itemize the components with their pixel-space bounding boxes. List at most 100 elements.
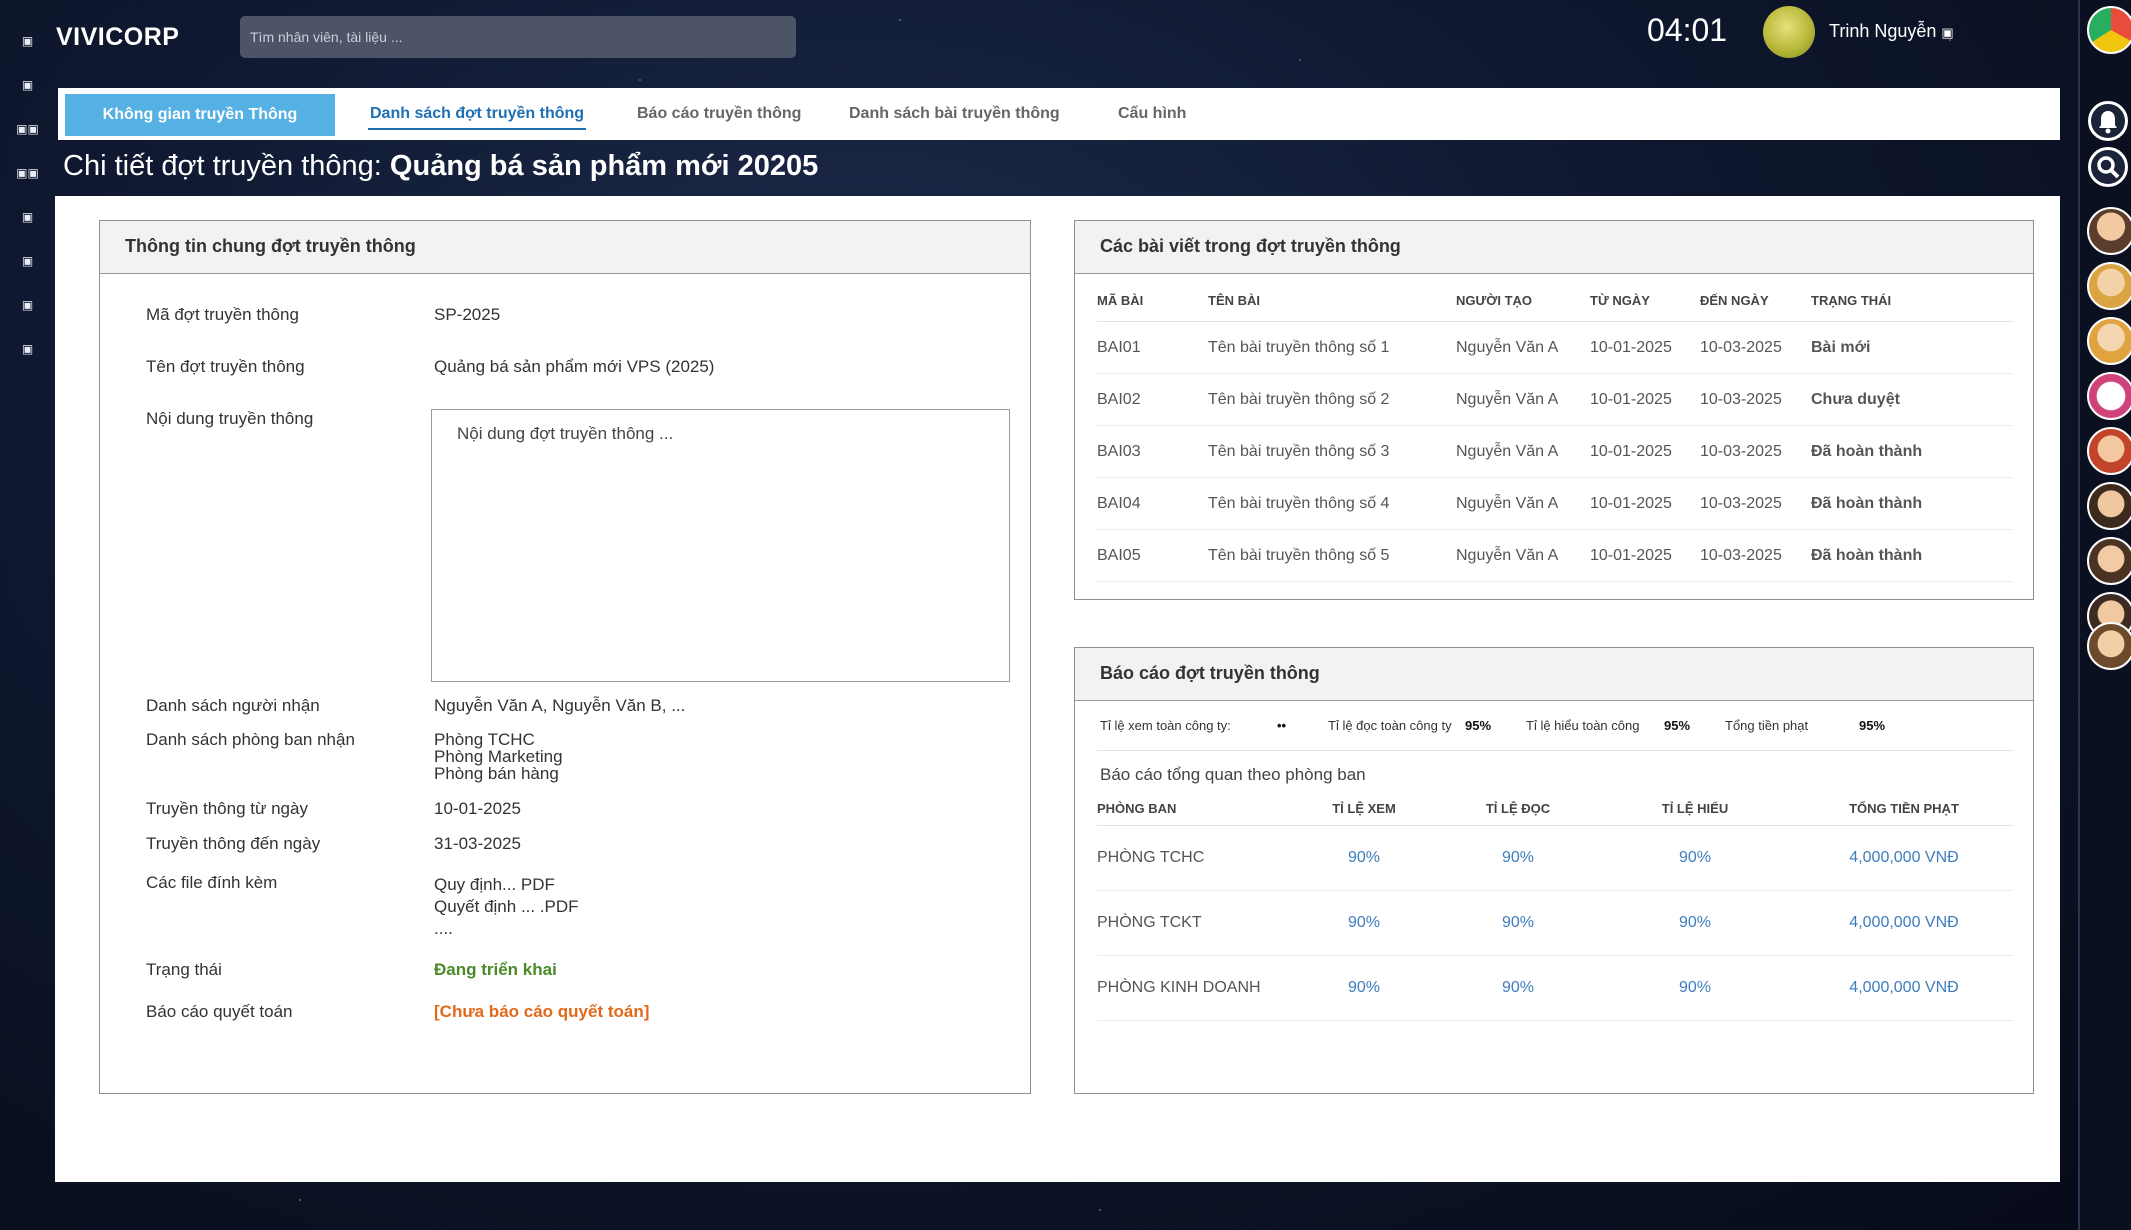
post-creator-link[interactable]: Nguyễn Văn A bbox=[1456, 477, 1590, 530]
user-name[interactable]: Trinh Nguyễn ▣ bbox=[1829, 21, 1954, 42]
file-link[interactable]: Quy định... PDF bbox=[434, 874, 579, 896]
post-name-link[interactable]: Tên bài truyền thông số 2 bbox=[1208, 373, 1456, 426]
kpi-fine-value: 95% bbox=[1859, 718, 1886, 733]
post-name-link[interactable]: Tên bài truyền thông số 3 bbox=[1208, 425, 1456, 478]
dept-name: PHÒNG TCKT bbox=[1097, 890, 1287, 956]
avatar[interactable] bbox=[2087, 622, 2131, 670]
posts-panel: Các bài viết trong đợt truyền thông MÃ B… bbox=[1074, 220, 2034, 600]
post-code: BAI02 bbox=[1097, 373, 1208, 426]
post-status: Đã hoàn thành bbox=[1811, 529, 2013, 582]
read-rate: 90% bbox=[1441, 890, 1595, 956]
menu-icon[interactable]: ▣ bbox=[0, 34, 55, 48]
avatar[interactable] bbox=[1763, 6, 1815, 58]
tab-post-list[interactable]: Danh sách bài truyền thông bbox=[849, 88, 1060, 140]
col-header: TRẠNG THÁI bbox=[1811, 279, 2013, 322]
post-creator-link[interactable]: Nguyễn Văn A bbox=[1456, 425, 1590, 478]
grid-icon[interactable]: ▣▣ bbox=[0, 122, 55, 136]
search-icon[interactable] bbox=[2088, 147, 2128, 187]
table-row[interactable]: BAI01 Tên bài truyền thông số 1 Nguyễn V… bbox=[1097, 321, 2013, 374]
right-rail bbox=[2078, 0, 2131, 1230]
to-date-label: Truyền thông đến ngày bbox=[146, 834, 321, 853]
post-status: Đã hoàn thành bbox=[1811, 425, 2013, 478]
search-input[interactable] bbox=[240, 16, 796, 58]
avatar[interactable] bbox=[2087, 427, 2131, 475]
posts-table: MÃ BÀI TÊN BÀI NGƯỜI TẠO TỪ NGÀY ĐẾN NGÀ… bbox=[1097, 279, 2013, 582]
avatar[interactable] bbox=[2087, 372, 2131, 420]
from-date-label: Truyền thông từ ngày bbox=[146, 799, 308, 818]
post-creator-link[interactable]: Nguyễn Văn A bbox=[1456, 373, 1590, 426]
tab-bar: Không gian truyền Thông Danh sách đợt tr… bbox=[58, 88, 2060, 140]
tab-campaign-list[interactable]: Danh sách đợt truyền thông bbox=[367, 88, 587, 140]
avatar[interactable] bbox=[2087, 482, 2131, 530]
chevron-down-icon[interactable]: ▣ bbox=[1941, 25, 1953, 40]
panel-header: Thông tin chung đợt truyền thông bbox=[100, 221, 1030, 274]
view-rate: 90% bbox=[1287, 890, 1441, 956]
settlement-label: Báo cáo quyết toán bbox=[146, 1002, 293, 1021]
panel-header: Các bài viết trong đợt truyền thông bbox=[1075, 221, 2033, 274]
avatar[interactable] bbox=[2087, 317, 2131, 365]
avatar[interactable] bbox=[2087, 262, 2131, 310]
doc-icon[interactable]: ▣ bbox=[0, 78, 55, 92]
doc-icon[interactable]: ▣ bbox=[0, 342, 55, 356]
status-value: Đang triển khai bbox=[434, 960, 557, 979]
to-date-value: 31-03-2025 bbox=[434, 834, 521, 853]
table-row[interactable]: PHÒNG TCHC 90% 90% 90% 4,000,000 VNĐ bbox=[1097, 825, 2013, 891]
view-rate: 90% bbox=[1287, 825, 1441, 891]
file-link[interactable]: Quyết định ... .PDF bbox=[434, 896, 579, 918]
recipients-label: Danh sách người nhận bbox=[146, 696, 320, 715]
doc-icon[interactable]: ▣ bbox=[0, 254, 55, 268]
chrome-icon[interactable] bbox=[2087, 6, 2131, 54]
col-header: MÃ BÀI bbox=[1097, 279, 1208, 322]
settlement-link[interactable]: [Chưa báo cáo quyết toán] bbox=[434, 1002, 649, 1022]
kpi-understand: Tỉ lệ hiểu toàn công bbox=[1526, 718, 1640, 733]
table-row[interactable]: BAI03 Tên bài truyền thông số 3 Nguyễn V… bbox=[1097, 425, 2013, 478]
main-content: Thông tin chung đợt truyền thông Mã đợt … bbox=[55, 196, 2060, 1182]
col-header: TÊN BÀI bbox=[1208, 279, 1456, 322]
grid-icon[interactable]: ▣▣ bbox=[0, 166, 55, 180]
post-name-link[interactable]: Tên bài truyền thông số 4 bbox=[1208, 477, 1456, 530]
status-label: Trạng thái bbox=[146, 960, 222, 979]
table-row[interactable]: BAI02 Tên bài truyền thông số 2 Nguyễn V… bbox=[1097, 373, 2013, 426]
avatar[interactable] bbox=[2087, 537, 2131, 585]
table-row[interactable]: BAI04 Tên bài truyền thông số 4 Nguyễn V… bbox=[1097, 477, 2013, 530]
col-header: NGƯỜI TẠO bbox=[1456, 279, 1590, 322]
post-code: BAI04 bbox=[1097, 477, 1208, 530]
table-header-row: PHÒNG BAN TỈ LỆ XEM TỈ LỆ ĐỌC TỈ LỆ HIỂU… bbox=[1097, 791, 2013, 826]
avatar[interactable] bbox=[2087, 207, 2131, 255]
post-creator-link[interactable]: Nguyễn Văn A bbox=[1456, 321, 1590, 374]
doc-icon[interactable]: ▣ bbox=[0, 210, 55, 224]
content-textbox[interactable]: Nội dung đợt truyền thông ... bbox=[431, 409, 1010, 682]
post-status: Chưa duyệt bbox=[1811, 373, 2013, 426]
table-row[interactable]: BAI05 Tên bài truyền thông số 5 Nguyễn V… bbox=[1097, 529, 2013, 582]
post-code: BAI05 bbox=[1097, 529, 1208, 582]
col-header: TỈ LỆ ĐỌC bbox=[1441, 791, 1595, 826]
table-row[interactable]: PHÒNG KINH DOANH 90% 90% 90% 4,000,000 V… bbox=[1097, 955, 2013, 1021]
bell-icon[interactable] bbox=[2088, 101, 2128, 141]
table-header-row: MÃ BÀI TÊN BÀI NGƯỜI TẠO TỪ NGÀY ĐẾN NGÀ… bbox=[1097, 279, 2013, 322]
dept-item: Phòng Marketing bbox=[434, 747, 563, 766]
from-date-value: 10-01-2025 bbox=[434, 799, 521, 818]
tab-workspace[interactable]: Không gian truyền Thông bbox=[65, 94, 335, 136]
tab-report[interactable]: Báo cáo truyền thông bbox=[637, 88, 801, 140]
post-to: 10-03-2025 bbox=[1700, 321, 1811, 374]
post-name-link[interactable]: Tên bài truyền thông số 1 bbox=[1208, 321, 1456, 374]
read-rate: 90% bbox=[1441, 825, 1595, 891]
understand-rate: 90% bbox=[1595, 825, 1795, 891]
left-rail: ▣ ▣ ▣▣ ▣▣ ▣ ▣ ▣ ▣ bbox=[0, 0, 55, 1230]
tab-settings[interactable]: Cấu hình bbox=[1118, 88, 1186, 140]
doc-icon[interactable]: ▣ bbox=[0, 298, 55, 312]
kpi-view: Tỉ lệ xem toàn công ty: bbox=[1100, 718, 1231, 733]
post-code: BAI03 bbox=[1097, 425, 1208, 478]
post-from: 10-01-2025 bbox=[1590, 321, 1700, 374]
read-rate: 90% bbox=[1441, 955, 1595, 1021]
table-row[interactable]: PHÒNG TCKT 90% 90% 90% 4,000,000 VNĐ bbox=[1097, 890, 2013, 956]
col-header: ĐẾN NGÀY bbox=[1700, 279, 1811, 322]
post-to: 10-03-2025 bbox=[1700, 529, 1811, 582]
post-creator-link[interactable]: Nguyễn Văn A bbox=[1456, 529, 1590, 582]
dept-name: PHÒNG TCHC bbox=[1097, 825, 1287, 891]
post-from: 10-01-2025 bbox=[1590, 529, 1700, 582]
brand-logo[interactable]: VIVICORP bbox=[56, 23, 179, 52]
post-name-link[interactable]: Tên bài truyền thông số 5 bbox=[1208, 529, 1456, 582]
col-header: TỔNG TIỀN PHẠT bbox=[1795, 791, 2013, 826]
kpi-view-value: •• bbox=[1277, 718, 1287, 733]
